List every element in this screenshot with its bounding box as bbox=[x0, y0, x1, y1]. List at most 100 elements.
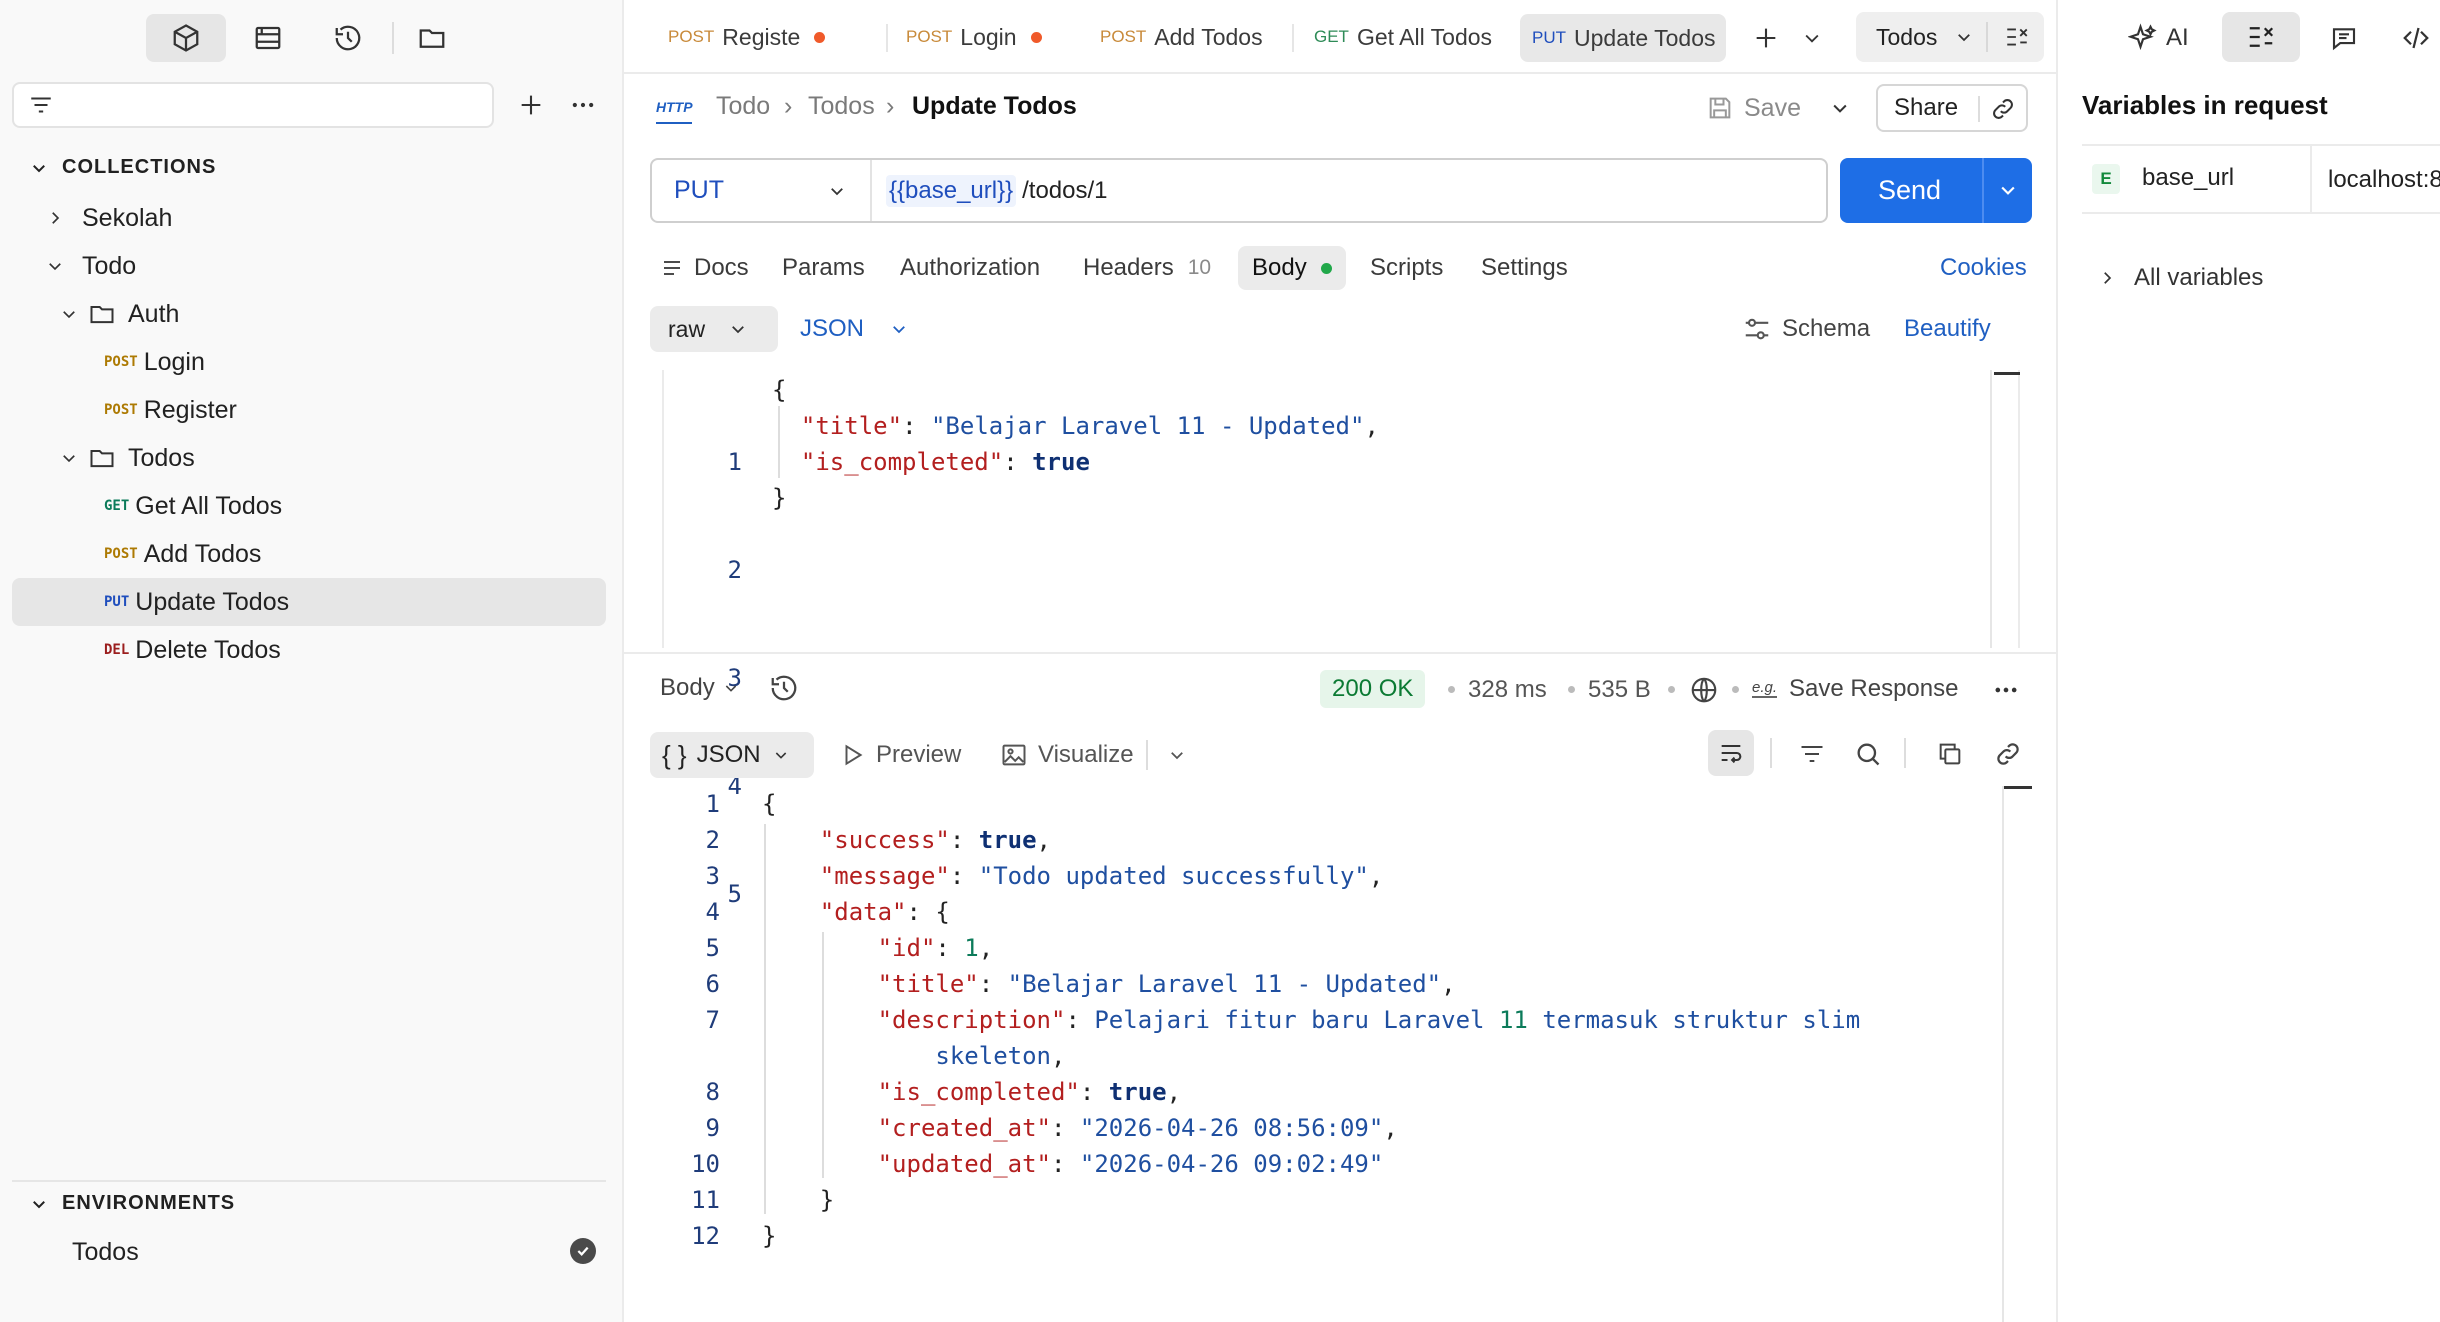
search-icon[interactable] bbox=[1850, 736, 1886, 772]
chevron-down-icon[interactable] bbox=[1998, 180, 2018, 200]
tab-docs[interactable]: Docs bbox=[660, 246, 749, 290]
request-add-todos[interactable]: POST Add Todos bbox=[12, 530, 606, 578]
folder-auth[interactable]: Auth bbox=[12, 290, 606, 338]
copy-icon[interactable] bbox=[1932, 736, 1968, 772]
sidebar: COLLECTIONS Sekolah Todo Auth POST Login… bbox=[0, 0, 624, 1322]
globe-icon[interactable] bbox=[1686, 672, 1722, 708]
image-icon bbox=[1002, 744, 1026, 766]
collection-todo[interactable]: Todo bbox=[12, 242, 606, 290]
cookies-link[interactable]: Cookies bbox=[1940, 246, 2027, 290]
more-options-icon[interactable] bbox=[564, 86, 602, 124]
tab-authorization[interactable]: Authorization bbox=[900, 246, 1040, 290]
comments-icon[interactable] bbox=[2322, 16, 2366, 60]
preview-button[interactable]: Preview bbox=[840, 732, 961, 778]
status-badge[interactable]: 200 OK bbox=[1320, 670, 1426, 708]
new-tab-icon[interactable] bbox=[1746, 18, 1786, 58]
tab-list-chevron-icon[interactable] bbox=[1796, 22, 1828, 54]
url-input[interactable]: {{base_url}} /todos/1 bbox=[872, 160, 1826, 221]
body-mode-label: raw bbox=[668, 315, 706, 342]
tab-scripts[interactable]: Scripts bbox=[1370, 246, 1443, 290]
editor-scrollbar[interactable] bbox=[1990, 370, 1992, 648]
request-login[interactable]: POST Login bbox=[12, 338, 606, 386]
environment-selector-label: Todos bbox=[1876, 23, 1938, 50]
response-body-select[interactable]: Body bbox=[660, 666, 739, 710]
add-collection-icon[interactable] bbox=[512, 86, 550, 124]
visualize-button[interactable]: Visualize bbox=[1000, 732, 1134, 778]
tab-update-todos[interactable]: PUT Update Todos bbox=[1520, 14, 1726, 62]
url-bar: PUT {{base_url}} /todos/1 bbox=[650, 158, 1828, 223]
request-update-todos[interactable]: PUT Update Todos bbox=[12, 578, 606, 626]
search-input[interactable] bbox=[12, 82, 494, 128]
link-icon[interactable] bbox=[1990, 96, 2016, 122]
breadcrumb-todos[interactable]: Todos bbox=[808, 92, 875, 121]
scroll-thumb[interactable] bbox=[2004, 786, 2032, 789]
request-body-editor[interactable]: 1 2 3 4 5 { "title": "Belajar Laravel 11… bbox=[662, 370, 2020, 908]
collections-label: COLLECTIONS bbox=[62, 156, 217, 178]
send-button[interactable]: Send bbox=[1840, 158, 2032, 223]
environment-quicklook-icon[interactable] bbox=[2004, 24, 2030, 50]
beautify-button[interactable]: Beautify bbox=[1904, 315, 1991, 343]
response-size[interactable]: 535 B bbox=[1588, 676, 1651, 704]
tab-login[interactable]: POST Login bbox=[906, 0, 1084, 74]
folder-icon[interactable] bbox=[412, 14, 452, 62]
filter-icon[interactable] bbox=[1794, 736, 1830, 772]
visualize-divider bbox=[1146, 740, 1148, 770]
save-response-button[interactable]: e.g. Save Response bbox=[1752, 668, 1958, 710]
request-register[interactable]: POST Register bbox=[12, 386, 606, 434]
save-options-button[interactable] bbox=[1822, 90, 1858, 126]
line-number: 2 bbox=[705, 826, 720, 854]
all-variables-toggle[interactable]: All variables bbox=[2098, 258, 2263, 298]
variable-value[interactable]: localhost:8 bbox=[2328, 166, 2440, 194]
request-code: { "title": "Belajar Laravel 11 - Updated… bbox=[772, 372, 1379, 552]
share-button[interactable]: Share bbox=[1876, 84, 2028, 132]
tab-settings[interactable]: Settings bbox=[1481, 246, 1568, 290]
method-badge: POST bbox=[104, 402, 138, 418]
url-variable[interactable]: {{base_url}} bbox=[886, 174, 1017, 207]
response-body-viewer[interactable]: 1234567 8 9 10 11 12 { "success": true, "mes… bbox=[650, 786, 2032, 1322]
tab-get-all-todos[interactable]: GET Get All Todos bbox=[1314, 0, 1520, 74]
breadcrumb-todo[interactable]: Todo bbox=[716, 92, 770, 121]
request-get-all-todos[interactable]: GET Get All Todos bbox=[12, 482, 606, 530]
tab-params[interactable]: Params bbox=[782, 246, 865, 290]
request-delete-todos[interactable]: DEL Delete Todos bbox=[12, 626, 606, 674]
tab-bar: POST Registe POST Login POST Add Todos G… bbox=[624, 0, 2056, 74]
breadcrumb-separator: › bbox=[784, 92, 793, 120]
tab-divider bbox=[886, 24, 888, 52]
environments-icon[interactable] bbox=[248, 14, 288, 62]
tab-add-todos[interactable]: POST Add Todos bbox=[1100, 0, 1312, 74]
ai-button[interactable]: AI bbox=[2128, 16, 2189, 60]
environments-header[interactable]: ENVIRONMENTS bbox=[30, 1192, 235, 1215]
body-active-dot bbox=[1320, 262, 1332, 274]
response-history-icon[interactable] bbox=[764, 668, 804, 708]
environment-todos[interactable]: Todos bbox=[12, 1228, 606, 1276]
wrap-lines-icon[interactable] bbox=[1708, 730, 1754, 776]
response-more-icon[interactable] bbox=[1988, 672, 2024, 708]
viewer-scrollbar[interactable] bbox=[2002, 786, 2004, 1322]
separator-dot bbox=[1732, 686, 1739, 693]
body-mode-select[interactable]: raw bbox=[650, 306, 778, 352]
history-icon[interactable] bbox=[328, 14, 368, 62]
method-select[interactable]: PUT bbox=[652, 160, 872, 221]
link-icon[interactable] bbox=[1990, 736, 2026, 772]
tab-register[interactable]: POST Registe bbox=[668, 0, 868, 74]
visualize-options-icon[interactable] bbox=[1160, 738, 1194, 772]
collections-header[interactable]: COLLECTIONS bbox=[30, 156, 216, 179]
folder-todos[interactable]: Todos bbox=[12, 434, 606, 482]
collection-sekolah[interactable]: Sekolah bbox=[12, 194, 606, 242]
method-badge: POST bbox=[104, 354, 138, 370]
variable-row[interactable]: E base_url localhost:8 bbox=[2082, 144, 2440, 214]
body-language-select[interactable]: JSON bbox=[800, 306, 908, 352]
tab-label: Headers bbox=[1083, 254, 1174, 281]
scroll-thumb[interactable] bbox=[1994, 372, 2020, 375]
save-button[interactable]: Save bbox=[1706, 86, 1801, 130]
tab-body[interactable]: Body bbox=[1238, 246, 1346, 290]
tab-headers[interactable]: Headers 10 bbox=[1083, 246, 1211, 290]
code-line: "success": true, bbox=[819, 826, 1051, 854]
code-icon[interactable] bbox=[2394, 16, 2438, 60]
schema-button[interactable]: Schema bbox=[1742, 306, 1870, 352]
variables-icon[interactable] bbox=[2222, 12, 2300, 62]
collections-icon[interactable] bbox=[146, 14, 226, 62]
response-time[interactable]: 328 ms bbox=[1468, 676, 1547, 704]
environment-selector[interactable]: Todos bbox=[1856, 12, 2044, 62]
response-format-select[interactable]: { } JSON bbox=[650, 732, 814, 778]
